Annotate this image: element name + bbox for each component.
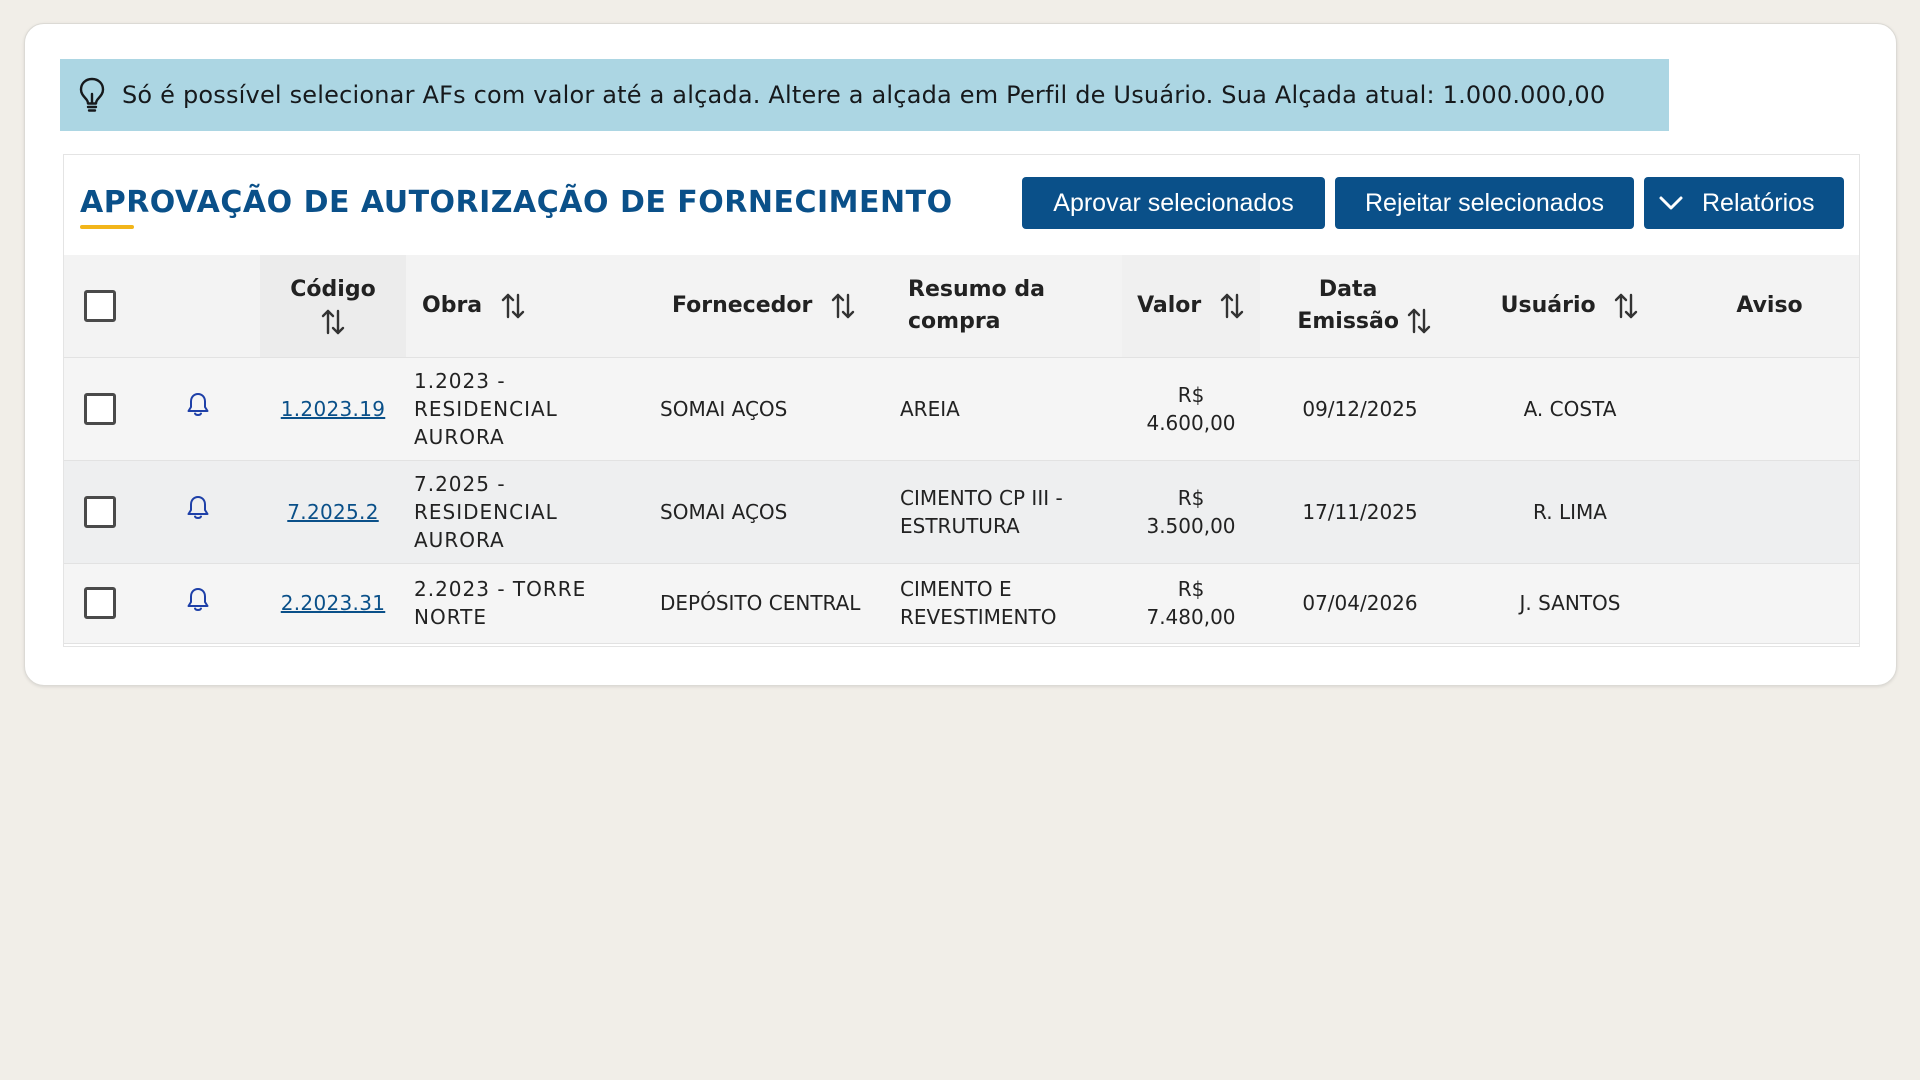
alert-text: Só é possível selecionar AFs com valor a… [122, 81, 1606, 109]
column-header-fornecedor[interactable]: Fornecedor [644, 255, 884, 358]
sort-icon[interactable] [1219, 292, 1245, 320]
bell-icon[interactable] [186, 392, 210, 418]
column-label-resumo: Resumo da compra [908, 276, 1045, 334]
af-code-link[interactable]: 2.2023.31 [281, 591, 386, 615]
bell-icon[interactable] [186, 495, 210, 521]
usuario-cell: A. COSTA [1460, 357, 1680, 461]
column-header-codigo[interactable]: Código [260, 255, 406, 358]
row-checkbox[interactable] [84, 392, 116, 425]
resumo-cell: CIMENTO CP III - ESTRUTURA [884, 460, 1122, 564]
column-label-codigo: Código [290, 276, 376, 302]
notification-cell [136, 357, 260, 461]
fornecedor-cell: SOMAI AÇOS [644, 357, 884, 461]
column-label-obra: Obra [422, 292, 483, 318]
sort-icon[interactable] [1406, 307, 1432, 335]
table-header-row: Código Obra Fornecedor Resumo da compra … [64, 255, 1859, 358]
row-checkbox[interactable] [84, 495, 116, 528]
notification-cell [136, 563, 260, 644]
reject-selected-button[interactable]: Rejeitar selecionados [1335, 177, 1634, 229]
page-title: APROVAÇÃO DE AUTORIZAÇÃO DE FORNECIMENTO [80, 185, 953, 220]
approval-card: Só é possível selecionar AFs com valor a… [24, 23, 1897, 686]
column-label-aviso: Aviso [1736, 292, 1803, 318]
aviso-cell [1680, 563, 1859, 644]
reports-label: Relatórios [1702, 188, 1815, 217]
notification-cell [136, 460, 260, 564]
row-checkbox[interactable] [84, 587, 116, 619]
table-row: 1.2023.19 1.2023 - RESIDENCIAL AURORA SO… [64, 357, 1859, 461]
codigo-cell: 2.2023.31 [260, 563, 406, 644]
reports-dropdown-button[interactable]: Relatórios [1644, 177, 1844, 229]
sort-icon[interactable] [500, 292, 526, 320]
resumo-cell: AREIA [884, 357, 1122, 461]
column-header-usuario[interactable]: Usuário [1460, 255, 1680, 358]
valor-cell: R$ 3.500,00 [1122, 460, 1260, 564]
column-header-obra[interactable]: Obra [406, 255, 644, 358]
title-underline [80, 225, 134, 229]
sort-icon[interactable] [1613, 292, 1639, 320]
codigo-cell: 1.2023.19 [260, 357, 406, 461]
data-emissao-cell: 17/11/2025 [1260, 460, 1460, 564]
column-label-valor: Valor [1137, 292, 1202, 318]
column-label-fornecedor: Fornecedor [671, 292, 813, 318]
bell-icon[interactable] [186, 587, 210, 613]
obra-cell: 1.2023 - RESIDENCIAL AURORA [406, 357, 644, 461]
column-label-usuario: Usuário [1500, 292, 1596, 318]
column-header-valor[interactable]: Valor [1122, 255, 1260, 358]
select-all-cell [64, 255, 136, 358]
obra-cell: 2.2023 - TORRE NORTE [406, 563, 644, 644]
column-label-data-emissao: Data Emissão [1297, 276, 1399, 334]
aviso-cell [1680, 460, 1859, 564]
table-row: 2.2023.31 2.2023 - TORRE NORTE DEPÓSITO … [64, 563, 1859, 644]
af-approval-panel: APROVAÇÃO DE AUTORIZAÇÃO DE FORNECIMENTO… [63, 154, 1860, 647]
approve-selected-button[interactable]: Aprovar selecionados [1022, 177, 1325, 229]
column-header-data-emissao[interactable]: Data Emissão [1260, 255, 1460, 358]
fornecedor-cell: DEPÓSITO CENTRAL [644, 563, 884, 644]
valor-cell: R$ 4.600,00 [1122, 357, 1260, 461]
select-all-checkbox[interactable] [84, 289, 116, 322]
usuario-cell: J. SANTOS [1460, 563, 1680, 644]
data-emissao-cell: 09/12/2025 [1260, 357, 1460, 461]
column-header-resumo: Resumo da compra [884, 255, 1122, 358]
sort-icon[interactable] [830, 292, 856, 320]
fornecedor-cell: SOMAI AÇOS [644, 460, 884, 564]
notification-header [136, 255, 260, 358]
action-buttons: Aprovar selecionados Rejeitar selecionad… [1022, 177, 1844, 229]
af-table: Código Obra Fornecedor Resumo da compra … [64, 255, 1859, 644]
row-select-cell [64, 357, 136, 461]
data-emissao-cell: 07/04/2026 [1260, 563, 1460, 644]
resumo-cell: CIMENTO E REVESTIMENTO [884, 563, 1122, 644]
codigo-cell: 7.2025.2 [260, 460, 406, 564]
aviso-cell [1680, 357, 1859, 461]
af-code-link[interactable]: 7.2025.2 [287, 500, 378, 524]
row-select-cell [64, 563, 136, 644]
valor-cell: R$ 7.480,00 [1122, 563, 1260, 644]
table-row: 7.2025.2 7.2025 - RESIDENCIAL AURORA SOM… [64, 460, 1859, 564]
lightbulb-icon [78, 77, 108, 113]
usuario-cell: R. LIMA [1460, 460, 1680, 564]
sort-icon[interactable] [320, 308, 346, 336]
obra-cell: 7.2025 - RESIDENCIAL AURORA [406, 460, 644, 564]
row-select-cell [64, 460, 136, 564]
af-code-link[interactable]: 1.2023.19 [281, 397, 386, 421]
alcada-info-alert: Só é possível selecionar AFs com valor a… [60, 59, 1669, 131]
column-header-aviso: Aviso [1680, 255, 1859, 358]
chevron-down-icon [1658, 193, 1684, 213]
